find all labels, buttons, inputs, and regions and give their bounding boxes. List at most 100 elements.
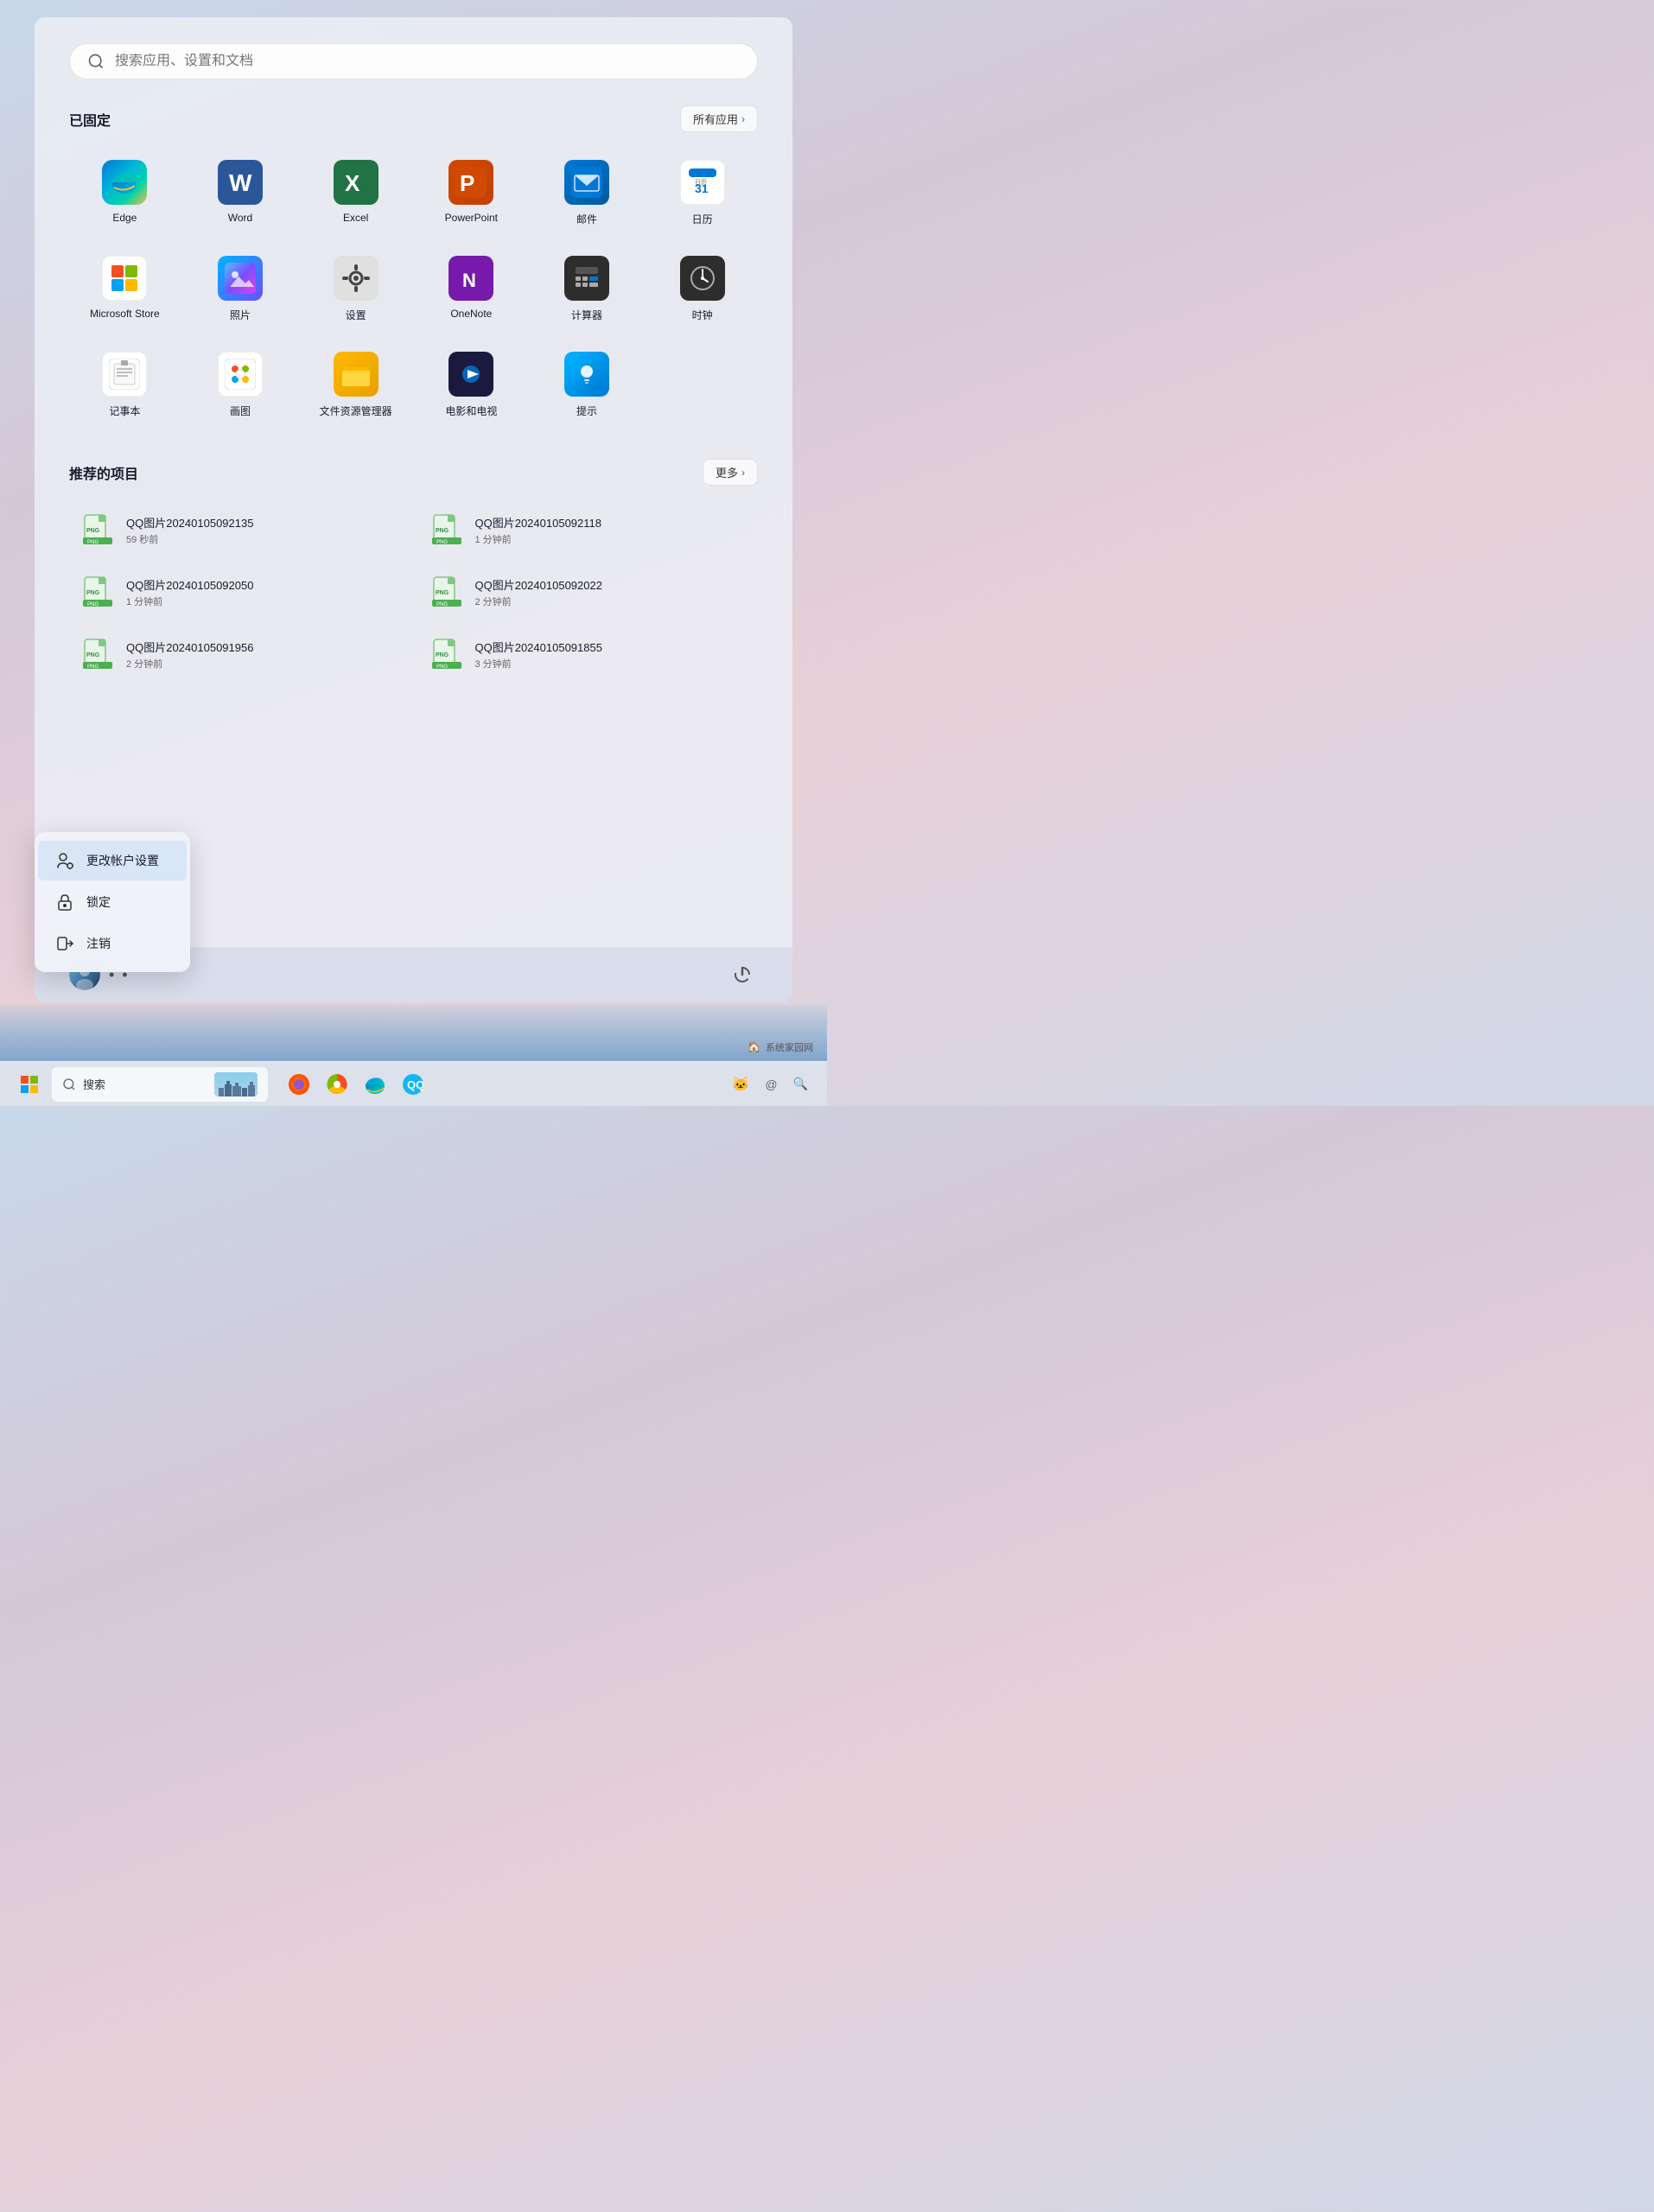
app-explorer[interactable]: 文件资源管理器 xyxy=(300,341,411,429)
svg-text:日历: 日历 xyxy=(695,179,707,186)
taskbar-explore-icon[interactable]: 🔍 xyxy=(788,1073,813,1095)
onenote-label: OneNote xyxy=(450,308,492,320)
rec-time-5: 3 分钟前 xyxy=(475,657,602,671)
taskbar-edge-icon xyxy=(363,1072,387,1096)
all-apps-button[interactable]: 所有应用 › xyxy=(680,105,758,132)
svg-text:PNG: PNG xyxy=(436,664,448,670)
context-item-lock[interactable]: 锁定 xyxy=(38,882,187,922)
taskbar: 搜索 xyxy=(0,1061,827,1106)
power-button[interactable] xyxy=(727,959,758,990)
app-notepad[interactable]: 记事本 xyxy=(69,341,181,429)
svg-text:PNG: PNG xyxy=(87,664,99,670)
svg-text:PNG: PNG xyxy=(436,540,448,545)
search-bar[interactable] xyxy=(69,43,758,79)
app-onenote[interactable]: N OneNote xyxy=(416,245,527,333)
rec-item-3[interactable]: PNG PNG QQ图片20240105092022 2 分钟前 xyxy=(418,565,759,619)
onenote-icon: N xyxy=(448,256,493,301)
colorful-icon xyxy=(325,1072,349,1096)
excel-icon: X xyxy=(334,160,379,205)
ppt-label: PowerPoint xyxy=(445,212,498,224)
app-settings[interactable]: 设置 xyxy=(300,245,411,333)
png-file-icon-5: PNG PNG xyxy=(430,638,463,671)
rec-time-0: 59 秒前 xyxy=(126,532,253,546)
edge-label: Edge xyxy=(112,212,137,224)
store-label: Microsoft Store xyxy=(90,308,160,320)
explorer-label: 文件资源管理器 xyxy=(320,404,392,418)
lock-icon xyxy=(55,893,74,912)
app-calendar[interactable]: 31 日历 日历 xyxy=(646,149,758,237)
svg-text:PNG: PNG xyxy=(87,602,99,607)
apps-grid: Edge W Word X Excel xyxy=(69,149,758,429)
calendar-label: 日历 xyxy=(692,212,713,226)
search-input[interactable] xyxy=(115,54,740,69)
context-item-signout[interactable]: 注销 xyxy=(38,924,187,963)
more-button[interactable]: 更多 › xyxy=(703,459,758,486)
app-clock[interactable]: 时钟 xyxy=(646,245,758,333)
person-gear-icon xyxy=(55,851,74,870)
taskbar-at-icon[interactable]: @ xyxy=(760,1074,782,1095)
app-mail[interactable]: 邮件 xyxy=(531,149,643,237)
svg-text:PNG: PNG xyxy=(436,590,449,596)
tips-label: 提示 xyxy=(576,404,597,418)
word-label: Word xyxy=(228,212,252,224)
taskbar-search-icon xyxy=(62,1077,76,1091)
search-icon xyxy=(87,53,105,70)
edge-icon xyxy=(102,160,147,205)
wallpaper-strip xyxy=(0,1005,827,1061)
taskbar-colorful[interactable] xyxy=(320,1067,354,1102)
photos-label: 照片 xyxy=(230,308,251,322)
taskbar-tray: 🐱 @ 🔍 xyxy=(727,1072,813,1096)
rec-name-1: QQ图片20240105092118 xyxy=(475,514,601,531)
app-tips[interactable]: 提示 xyxy=(531,341,643,429)
rec-name-3: QQ图片20240105092022 xyxy=(475,576,602,593)
calc-icon xyxy=(564,256,609,301)
recommended-title: 推荐的项目 xyxy=(69,462,138,483)
rec-name-2: QQ图片20240105092050 xyxy=(126,576,253,593)
word-icon: W xyxy=(218,160,263,205)
svg-text:PNG: PNG xyxy=(436,652,449,658)
rec-item-5[interactable]: PNG PNG QQ图片20240105091855 3 分钟前 xyxy=(418,627,759,681)
firefox-icon xyxy=(287,1072,311,1096)
taskbar-cat-icon[interactable]: 🐱 xyxy=(727,1072,754,1096)
app-edge[interactable]: Edge xyxy=(69,149,181,237)
app-movies[interactable]: 电影和电视 xyxy=(416,341,527,429)
png-file-icon-3: PNG PNG xyxy=(430,575,463,608)
rec-item-1[interactable]: PNG PNG QQ图片20240105092118 1 分钟前 xyxy=(418,503,759,556)
chevron-right-icon: › xyxy=(741,113,745,125)
svg-text:PNG: PNG xyxy=(86,590,100,596)
app-ppt[interactable]: P PowerPoint xyxy=(416,149,527,237)
svg-text:PNG: PNG xyxy=(86,528,100,534)
rec-time-3: 2 分钟前 xyxy=(475,594,602,608)
app-excel[interactable]: X Excel xyxy=(300,149,411,237)
context-item-change-account[interactable]: 更改帐户设置 xyxy=(38,841,187,880)
rec-item-0[interactable]: PNG PNG QQ图片20240105092135 59 秒前 xyxy=(69,503,410,556)
svg-text:PNG: PNG xyxy=(87,540,99,545)
svg-text:P: P xyxy=(460,170,474,196)
ppt-icon: P xyxy=(448,160,493,205)
app-calc[interactable]: 计算器 xyxy=(531,245,643,333)
app-store[interactable]: Microsoft Store xyxy=(69,245,181,333)
app-word[interactable]: W Word xyxy=(185,149,296,237)
city-image xyxy=(214,1072,258,1096)
app-paint[interactable]: 画图 xyxy=(185,341,296,429)
app-photos[interactable]: 照片 xyxy=(185,245,296,333)
svg-text:N: N xyxy=(462,270,476,291)
paint-icon xyxy=(218,352,263,397)
chevron-right-icon2: › xyxy=(741,467,745,479)
taskbar-edge[interactable] xyxy=(358,1067,392,1102)
rec-time-1: 1 分钟前 xyxy=(475,532,601,546)
taskbar-search[interactable]: 搜索 xyxy=(52,1067,268,1102)
mail-label: 邮件 xyxy=(576,212,597,226)
explorer-icon xyxy=(334,352,379,397)
settings-label: 设置 xyxy=(346,308,366,322)
taskbar-qq[interactable]: QQ xyxy=(396,1067,430,1102)
excel-label: Excel xyxy=(343,212,368,224)
start-button[interactable] xyxy=(14,1069,45,1100)
png-file-icon-4: PNG PNG xyxy=(81,638,114,671)
rec-name-5: QQ图片20240105091855 xyxy=(475,639,602,655)
svg-text:PNG: PNG xyxy=(436,602,448,607)
rec-item-2[interactable]: PNG PNG QQ图片20240105092050 1 分钟前 xyxy=(69,565,410,619)
qq-icon: QQ xyxy=(401,1072,425,1096)
rec-item-4[interactable]: PNG PNG QQ图片20240105091956 2 分钟前 xyxy=(69,627,410,681)
taskbar-firefox[interactable] xyxy=(282,1067,316,1102)
